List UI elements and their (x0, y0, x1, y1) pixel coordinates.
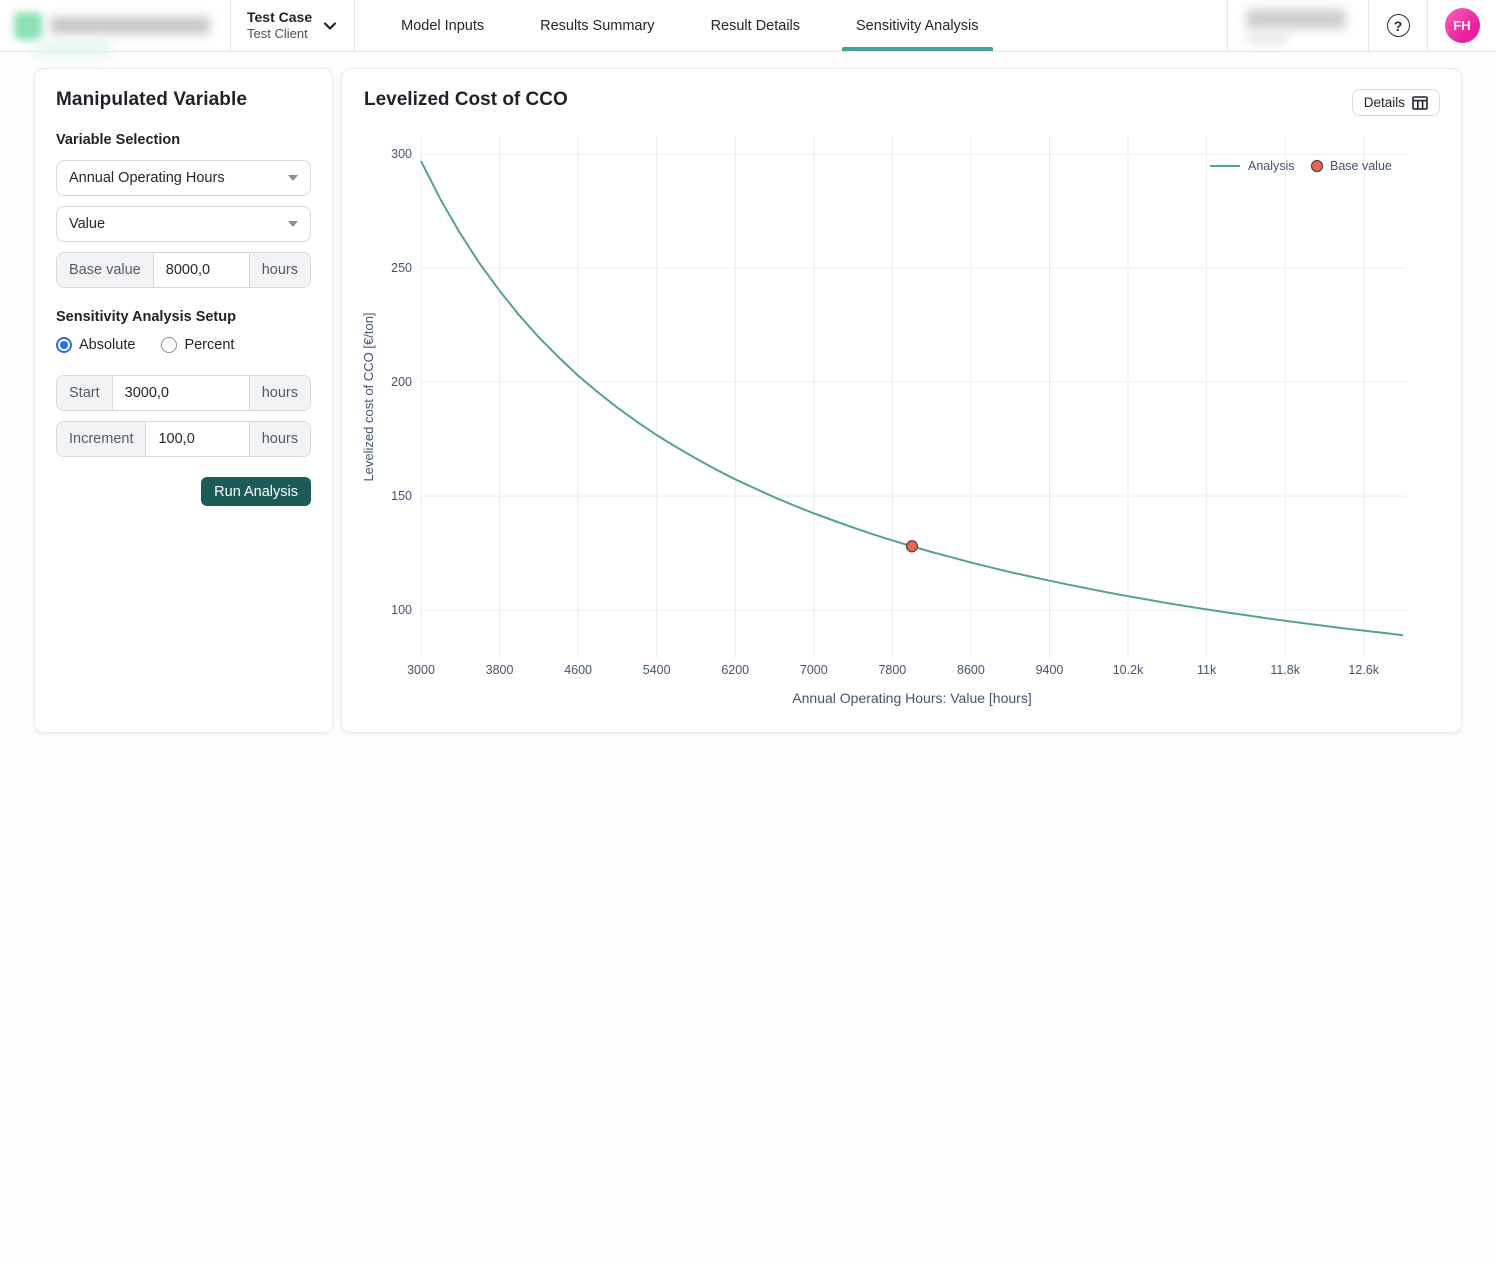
radio-absolute-label: Absolute (79, 337, 135, 353)
start-label: Start (57, 376, 113, 410)
svg-text:150: 150 (391, 489, 412, 503)
client-name: Test Client (247, 26, 312, 42)
chart-legend: Analysis Base value (1210, 159, 1392, 173)
sensitivity-chart: 3000 3800 4600 5400 6200 7000 7800 8600 9400 10.2… (342, 129, 1463, 734)
svg-text:3000: 3000 (407, 663, 435, 677)
svg-text:100: 100 (391, 603, 412, 617)
caret-down-icon (288, 175, 298, 181)
radio-checked-icon (56, 337, 72, 353)
help-button[interactable]: ? (1369, 0, 1427, 51)
run-analysis-button[interactable]: Run Analysis (201, 477, 311, 506)
increment-unit: hours (249, 422, 310, 456)
top-bar: Test Case Test Client Model Inputs Resul… (0, 0, 1496, 52)
svg-text:7000: 7000 (800, 663, 828, 677)
tab-results-summary[interactable]: Results Summary (512, 0, 682, 51)
org-info-blurred (1228, 0, 1368, 51)
tab-result-details[interactable]: Result Details (683, 0, 828, 51)
details-button-label: Details (1364, 95, 1405, 110)
radio-unchecked-icon (161, 337, 177, 353)
start-unit: hours (249, 376, 310, 410)
tab-sensitivity-analysis[interactable]: Sensitivity Analysis (828, 0, 1007, 51)
setup-label: Sensitivity Analysis Setup (56, 309, 311, 325)
svg-text:300: 300 (391, 147, 412, 161)
radio-absolute[interactable]: Absolute (56, 337, 135, 353)
svg-text:11.8k: 11.8k (1270, 663, 1300, 677)
question-mark-icon: ? (1387, 14, 1410, 37)
increment-input[interactable] (146, 422, 248, 456)
svg-text:5400: 5400 (643, 663, 671, 677)
logo-text-blurred (50, 17, 210, 34)
field-select[interactable]: Value (56, 206, 311, 242)
increment-group: Increment hours (56, 421, 311, 457)
avatar-cell: FH (1428, 0, 1496, 51)
start-input[interactable] (113, 376, 249, 410)
main-tabs: Model Inputs Results Summary Result Deta… (373, 0, 1006, 51)
chart-title: Levelized Cost of CCO (364, 89, 568, 111)
svg-text:9400: 9400 (1036, 663, 1064, 677)
chart-header: Levelized Cost of CCO Details (342, 69, 1461, 116)
svg-text:200: 200 (391, 375, 412, 389)
svg-text:250: 250 (391, 261, 412, 275)
details-button[interactable]: Details (1352, 89, 1440, 116)
svg-text:8600: 8600 (957, 663, 985, 677)
chart-gridlines (421, 136, 1406, 658)
org-text-blurred (1246, 9, 1346, 29)
svg-text:7800: 7800 (878, 663, 906, 677)
svg-text:4600: 4600 (564, 663, 592, 677)
caret-down-icon (288, 221, 298, 227)
top-bar-right: ? FH (1227, 0, 1496, 51)
base-value-point[interactable] (907, 541, 918, 552)
svg-text:12.6k: 12.6k (1348, 663, 1379, 677)
chevron-down-icon (322, 18, 338, 34)
analysis-line (421, 161, 1403, 635)
variable-selection-label: Variable Selection (56, 132, 311, 148)
base-value-input[interactable] (154, 253, 249, 287)
table-icon (1412, 96, 1428, 110)
x-axis-title: Annual Operating Hours: Value [hours] (792, 690, 1031, 706)
case-switcher[interactable]: Test Case Test Client (231, 0, 354, 51)
logo-ghost-blur (34, 42, 112, 55)
chart-tick-labels: 3000 3800 4600 5400 6200 7000 7800 8600 9400 10.2… (391, 147, 1380, 677)
base-value-label: Base value (57, 253, 154, 287)
start-group: Start hours (56, 375, 311, 411)
manipulated-variable-panel: Manipulated Variable Variable Selection … (34, 68, 333, 733)
chart-panel: Levelized Cost of CCO Details 3000 3800 46… (341, 68, 1462, 733)
increment-label: Increment (57, 422, 146, 456)
svg-text:6200: 6200 (721, 663, 749, 677)
legend-base-value-label: Base value (1330, 159, 1392, 173)
case-name: Test Case (247, 9, 312, 27)
panel-title: Manipulated Variable (56, 89, 311, 111)
y-axis-title: Levelized cost of CCO [€/ton] (361, 312, 376, 481)
logo-mark-blurred (14, 12, 42, 40)
divider (354, 0, 355, 51)
field-select-value: Value (69, 216, 105, 232)
svg-text:3800: 3800 (486, 663, 514, 677)
legend-analysis-label: Analysis (1248, 159, 1295, 173)
radio-percent-label: Percent (184, 337, 234, 353)
legend-point-swatch (1312, 161, 1323, 172)
tab-model-inputs[interactable]: Model Inputs (373, 0, 512, 51)
variable-select[interactable]: Annual Operating Hours (56, 160, 311, 196)
variable-select-value: Annual Operating Hours (69, 170, 225, 186)
avatar[interactable]: FH (1445, 8, 1480, 43)
mode-radio-group: Absolute Percent (56, 337, 311, 353)
org-subtext-blurred (1246, 33, 1288, 43)
base-value-unit: hours (249, 253, 310, 287)
svg-text:10.2k: 10.2k (1113, 663, 1144, 677)
svg-text:11k: 11k (1197, 663, 1217, 677)
base-value-group: Base value hours (56, 252, 311, 288)
radio-percent[interactable]: Percent (161, 337, 234, 353)
